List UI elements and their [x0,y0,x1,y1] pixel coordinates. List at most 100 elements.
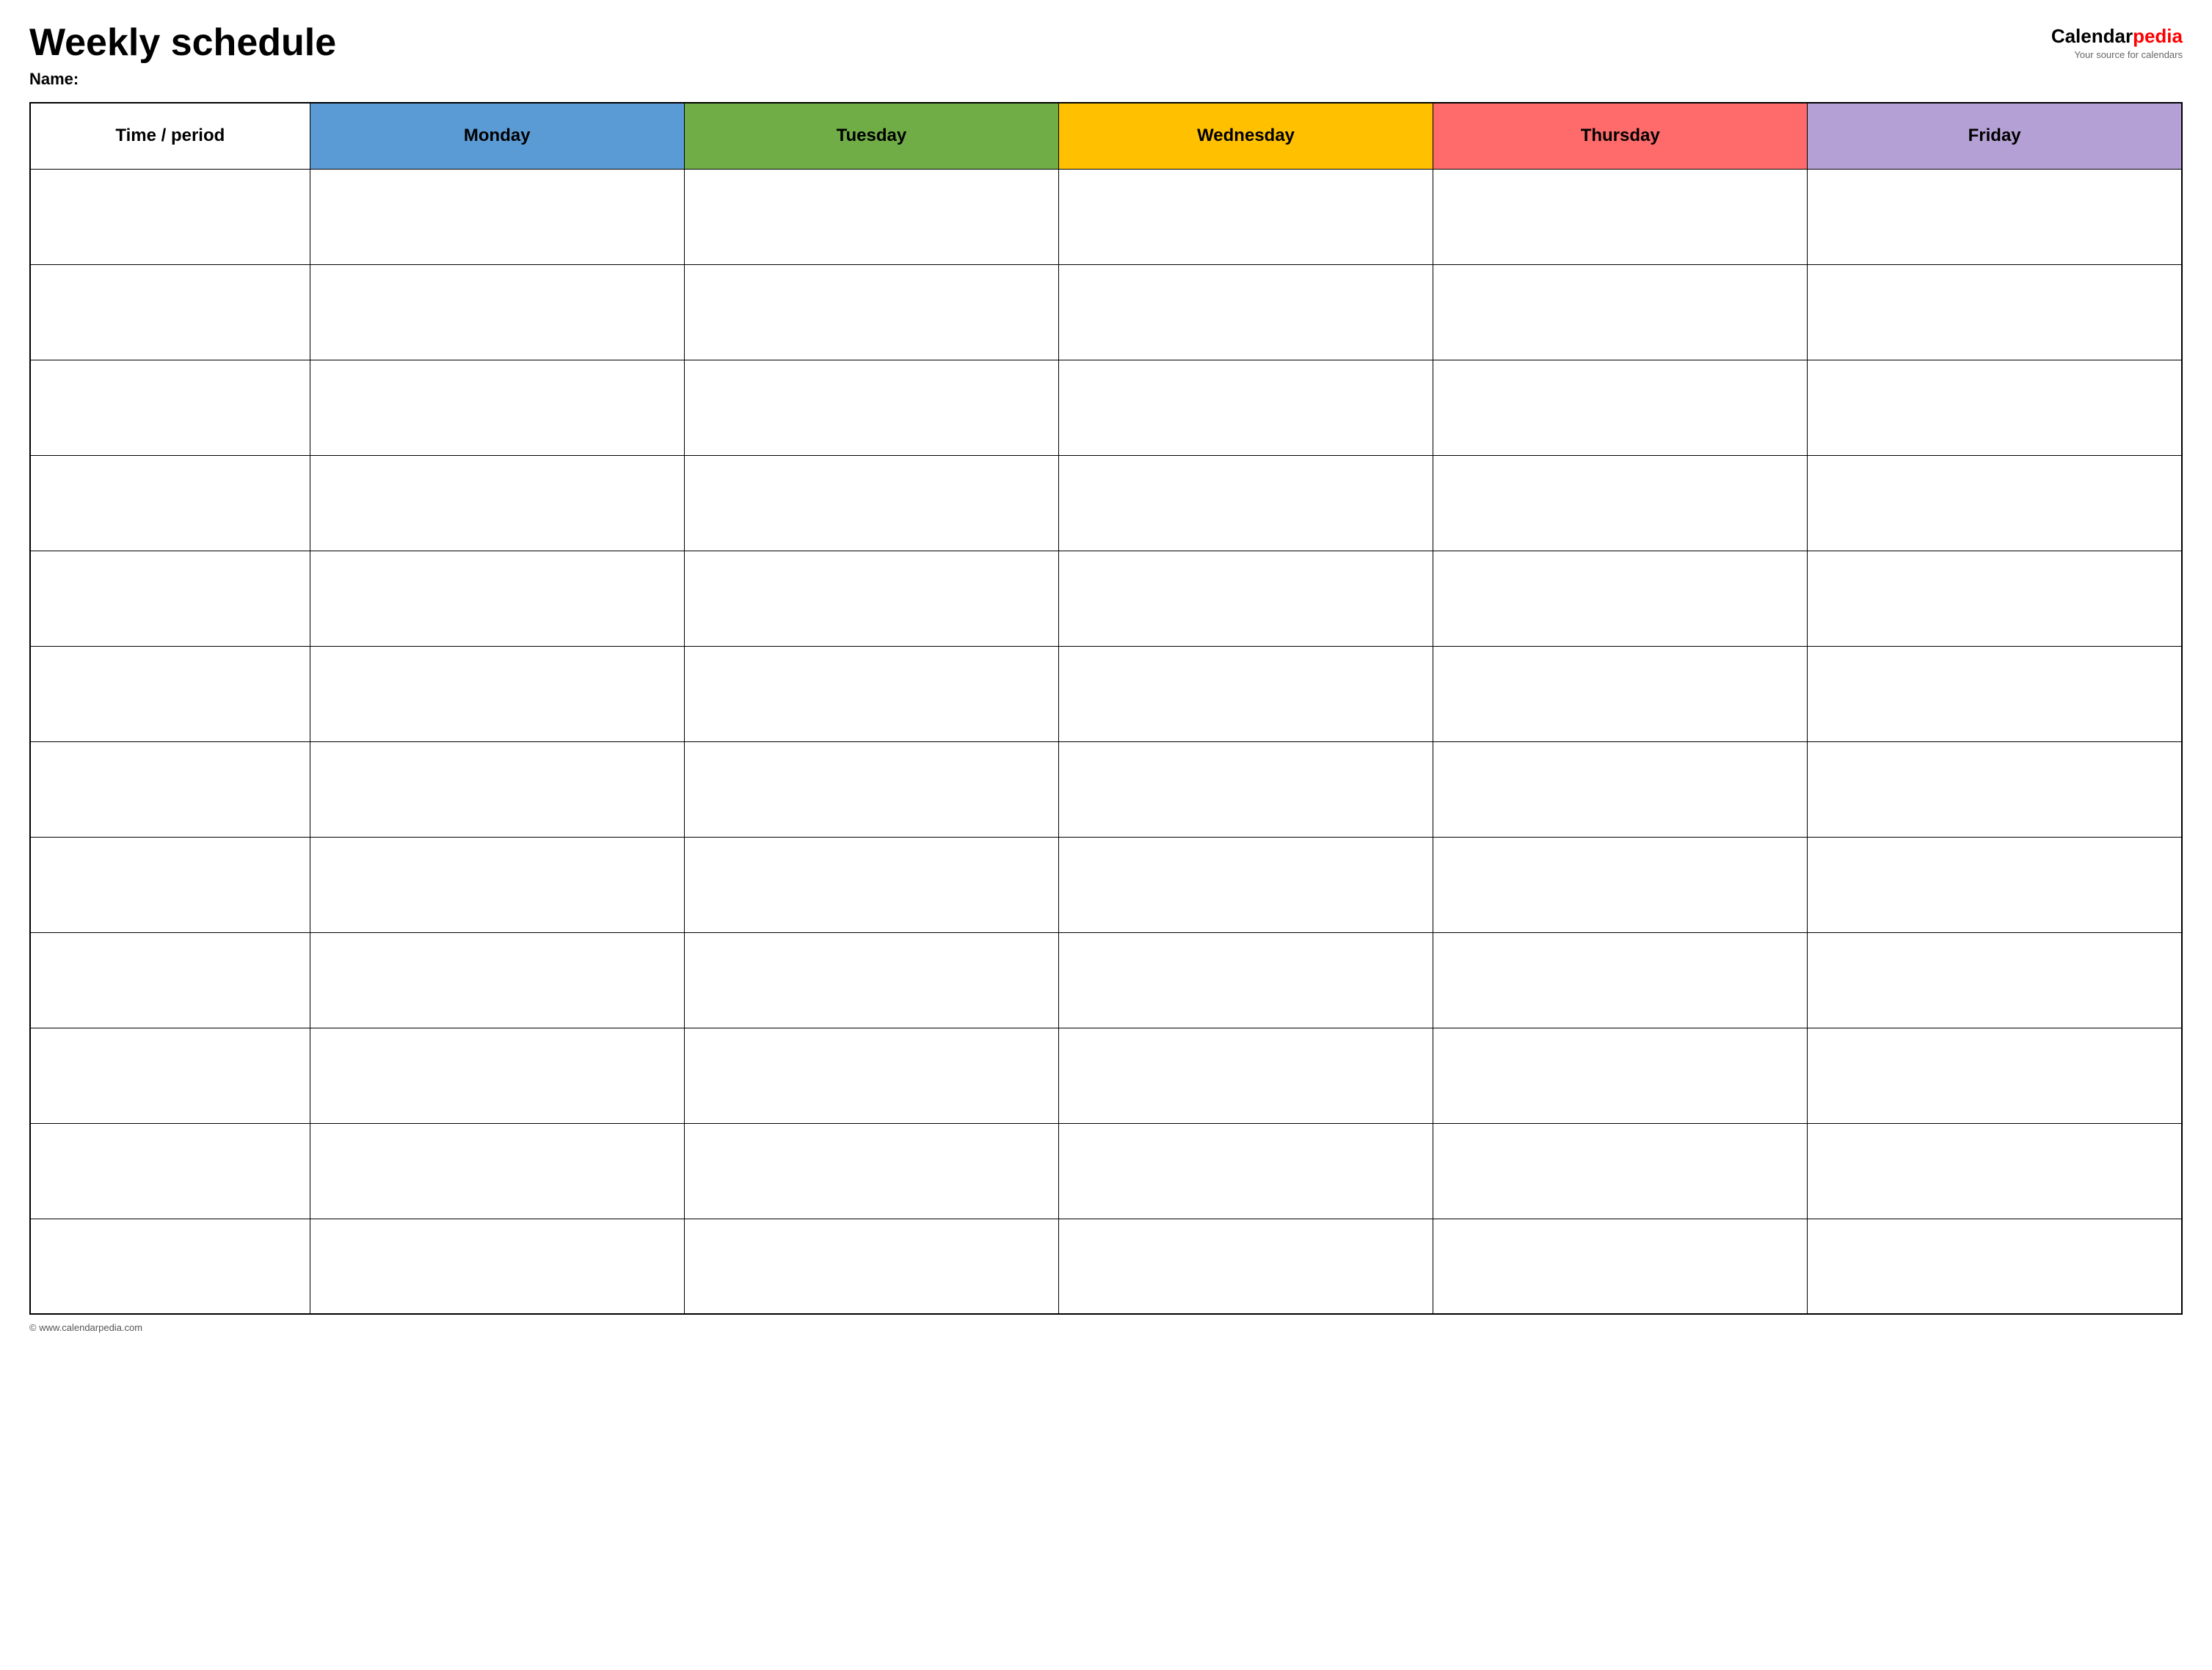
cell-row4-col2[interactable] [684,551,1058,646]
cell-row9-col5[interactable] [1808,1028,2182,1123]
cell-row3-col0[interactable] [30,455,310,551]
cell-row3-col5[interactable] [1808,455,2182,551]
cell-row9-col1[interactable] [310,1028,684,1123]
cell-row11-col3[interactable] [1058,1219,1433,1314]
cell-row4-col4[interactable] [1433,551,1808,646]
cell-row1-col5[interactable] [1808,264,2182,360]
cell-row4-col5[interactable] [1808,551,2182,646]
cell-row6-col0[interactable] [30,741,310,837]
table-row [30,1028,2182,1123]
cell-row10-col0[interactable] [30,1123,310,1219]
logo-calendar: Calendar [2051,25,2133,47]
header: Weekly schedule Name: Calendarpedia Your… [29,22,2183,89]
logo-area: Calendarpedia Your source for calendars [2051,25,2183,60]
cell-row8-col3[interactable] [1058,932,1433,1028]
logo-pedia: pedia [2133,25,2183,47]
col-header-tuesday: Tuesday [684,103,1058,169]
col-header-wednesday: Wednesday [1058,103,1433,169]
cell-row0-col0[interactable] [30,169,310,264]
logo-text: Calendarpedia [2051,25,2183,48]
cell-row7-col1[interactable] [310,837,684,932]
cell-row1-col4[interactable] [1433,264,1808,360]
cell-row6-col2[interactable] [684,741,1058,837]
cell-row7-col5[interactable] [1808,837,2182,932]
cell-row3-col4[interactable] [1433,455,1808,551]
cell-row11-col4[interactable] [1433,1219,1808,1314]
cell-row10-col3[interactable] [1058,1123,1433,1219]
table-row [30,551,2182,646]
cell-row6-col1[interactable] [310,741,684,837]
cell-row2-col4[interactable] [1433,360,1808,455]
cell-row5-col5[interactable] [1808,646,2182,741]
cell-row7-col0[interactable] [30,837,310,932]
cell-row11-col2[interactable] [684,1219,1058,1314]
table-row [30,264,2182,360]
cell-row0-col1[interactable] [310,169,684,264]
cell-row5-col4[interactable] [1433,646,1808,741]
cell-row2-col1[interactable] [310,360,684,455]
logo-tagline: Your source for calendars [2074,49,2183,60]
table-row [30,1219,2182,1314]
table-row [30,646,2182,741]
cell-row0-col2[interactable] [684,169,1058,264]
cell-row9-col0[interactable] [30,1028,310,1123]
cell-row7-col2[interactable] [684,837,1058,932]
cell-row2-col3[interactable] [1058,360,1433,455]
cell-row10-col4[interactable] [1433,1123,1808,1219]
cell-row2-col0[interactable] [30,360,310,455]
cell-row8-col5[interactable] [1808,932,2182,1028]
table-row [30,741,2182,837]
cell-row3-col2[interactable] [684,455,1058,551]
cell-row8-col1[interactable] [310,932,684,1028]
table-row [30,169,2182,264]
table-row [30,1123,2182,1219]
cell-row1-col1[interactable] [310,264,684,360]
cell-row0-col4[interactable] [1433,169,1808,264]
cell-row7-col4[interactable] [1433,837,1808,932]
cell-row8-col2[interactable] [684,932,1058,1028]
cell-row7-col3[interactable] [1058,837,1433,932]
schedule-table: Time / period Monday Tuesday Wednesday T… [29,102,2183,1315]
cell-row5-col1[interactable] [310,646,684,741]
cell-row6-col4[interactable] [1433,741,1808,837]
cell-row5-col3[interactable] [1058,646,1433,741]
col-header-friday: Friday [1808,103,2182,169]
cell-row9-col2[interactable] [684,1028,1058,1123]
cell-row9-col4[interactable] [1433,1028,1808,1123]
schedule-body [30,169,2182,1314]
cell-row9-col3[interactable] [1058,1028,1433,1123]
cell-row10-col2[interactable] [684,1123,1058,1219]
cell-row10-col5[interactable] [1808,1123,2182,1219]
name-label: Name: [29,70,336,89]
cell-row5-col0[interactable] [30,646,310,741]
cell-row11-col1[interactable] [310,1219,684,1314]
cell-row1-col2[interactable] [684,264,1058,360]
table-row [30,932,2182,1028]
col-header-monday: Monday [310,103,684,169]
cell-row3-col1[interactable] [310,455,684,551]
cell-row4-col3[interactable] [1058,551,1433,646]
col-header-thursday: Thursday [1433,103,1808,169]
cell-row10-col1[interactable] [310,1123,684,1219]
cell-row4-col0[interactable] [30,551,310,646]
cell-row0-col5[interactable] [1808,169,2182,264]
cell-row11-col5[interactable] [1808,1219,2182,1314]
cell-row2-col2[interactable] [684,360,1058,455]
footer-text: © www.calendarpedia.com [29,1322,142,1333]
cell-row1-col3[interactable] [1058,264,1433,360]
footer: © www.calendarpedia.com [29,1322,2183,1333]
cell-row5-col2[interactable] [684,646,1058,741]
cell-row2-col5[interactable] [1808,360,2182,455]
cell-row8-col0[interactable] [30,932,310,1028]
cell-row6-col3[interactable] [1058,741,1433,837]
cell-row3-col3[interactable] [1058,455,1433,551]
cell-row11-col0[interactable] [30,1219,310,1314]
col-header-time: Time / period [30,103,310,169]
title-area: Weekly schedule Name: [29,22,336,89]
table-row [30,837,2182,932]
cell-row4-col1[interactable] [310,551,684,646]
cell-row1-col0[interactable] [30,264,310,360]
cell-row8-col4[interactable] [1433,932,1808,1028]
cell-row6-col5[interactable] [1808,741,2182,837]
cell-row0-col3[interactable] [1058,169,1433,264]
